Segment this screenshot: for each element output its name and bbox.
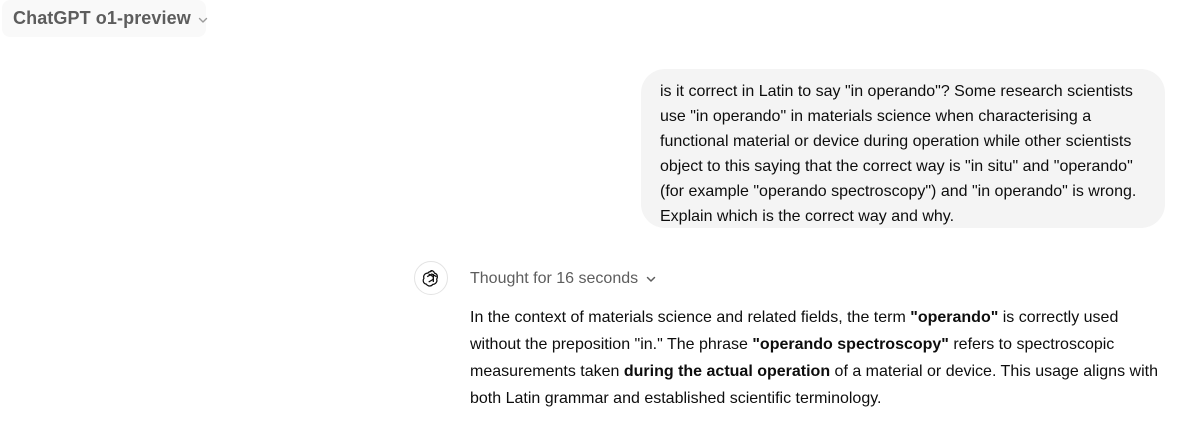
model-name: ChatGPT o1-preview <box>13 8 191 28</box>
thought-duration-label: Thought for 16 seconds <box>470 270 639 287</box>
openai-logo-icon <box>421 268 441 288</box>
thought-toggle[interactable]: Thought for 16 seconds <box>470 267 657 291</box>
assistant-avatar <box>414 261 448 295</box>
assistant-response: In the context of materials science and … <box>470 304 1170 412</box>
model-selector[interactable]: ChatGPT o1-preview <box>2 0 209 37</box>
response-bold-text: "operando spectroscopy" <box>752 336 949 353</box>
response-bold-text: during the actual operation <box>623 363 831 380</box>
response-bold-text: "operando" <box>910 309 999 326</box>
user-message-text: is it correct in Latin to say "in operan… <box>660 83 1137 225</box>
chevron-down-icon <box>645 273 657 285</box>
chevron-down-icon <box>197 13 209 25</box>
response-text: In the context of materials science and … <box>470 309 911 326</box>
user-message-bubble: is it correct in Latin to say "in operan… <box>641 69 1165 228</box>
